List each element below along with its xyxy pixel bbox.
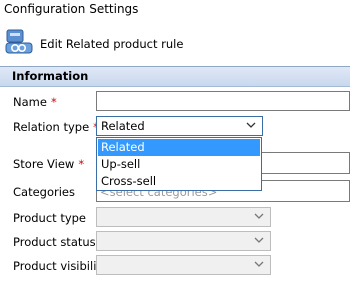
dropdown-option-cross-sell[interactable]: Cross-sell: [98, 173, 260, 190]
chevron-down-icon: [254, 261, 264, 267]
store-view-label: Store View *: [13, 157, 84, 171]
chevron-down-icon: [254, 213, 264, 219]
product-type-select[interactable]: [96, 207, 271, 227]
required-marker: *: [50, 95, 57, 109]
required-marker: *: [78, 157, 85, 171]
name-input[interactable]: [96, 91, 350, 111]
product-visibility-select[interactable]: [96, 255, 271, 275]
categories-label: Categories: [13, 185, 75, 199]
relation-type-label-text: Relation type: [13, 120, 90, 134]
product-type-label: Product type: [13, 211, 87, 225]
relation-type-dropdown-list: Related Up-sell Cross-sell: [96, 137, 262, 191]
store-view-label-text: Store View: [13, 157, 75, 171]
dropdown-option-related[interactable]: Related: [98, 139, 260, 156]
name-label-text: Name: [13, 95, 47, 109]
chevron-down-icon: [254, 237, 264, 243]
relation-type-label: Relation type*: [13, 120, 99, 134]
product-status-select[interactable]: [96, 231, 271, 251]
section-title: Information: [12, 69, 89, 83]
relation-type-select[interactable]: Related: [96, 116, 263, 136]
dropdown-option-up-sell[interactable]: Up-sell: [98, 156, 260, 173]
name-label: Name *: [13, 95, 57, 109]
chevron-down-icon: [246, 122, 256, 128]
product-status-label: Product status: [13, 235, 96, 249]
rule-title: Edit Related product rule: [40, 37, 184, 51]
product-rule-icon: [4, 27, 34, 57]
product-visibility-label: Product visibility: [13, 259, 108, 273]
window-title: Configuration Settings: [4, 2, 139, 16]
relation-type-value: Related: [101, 119, 145, 133]
